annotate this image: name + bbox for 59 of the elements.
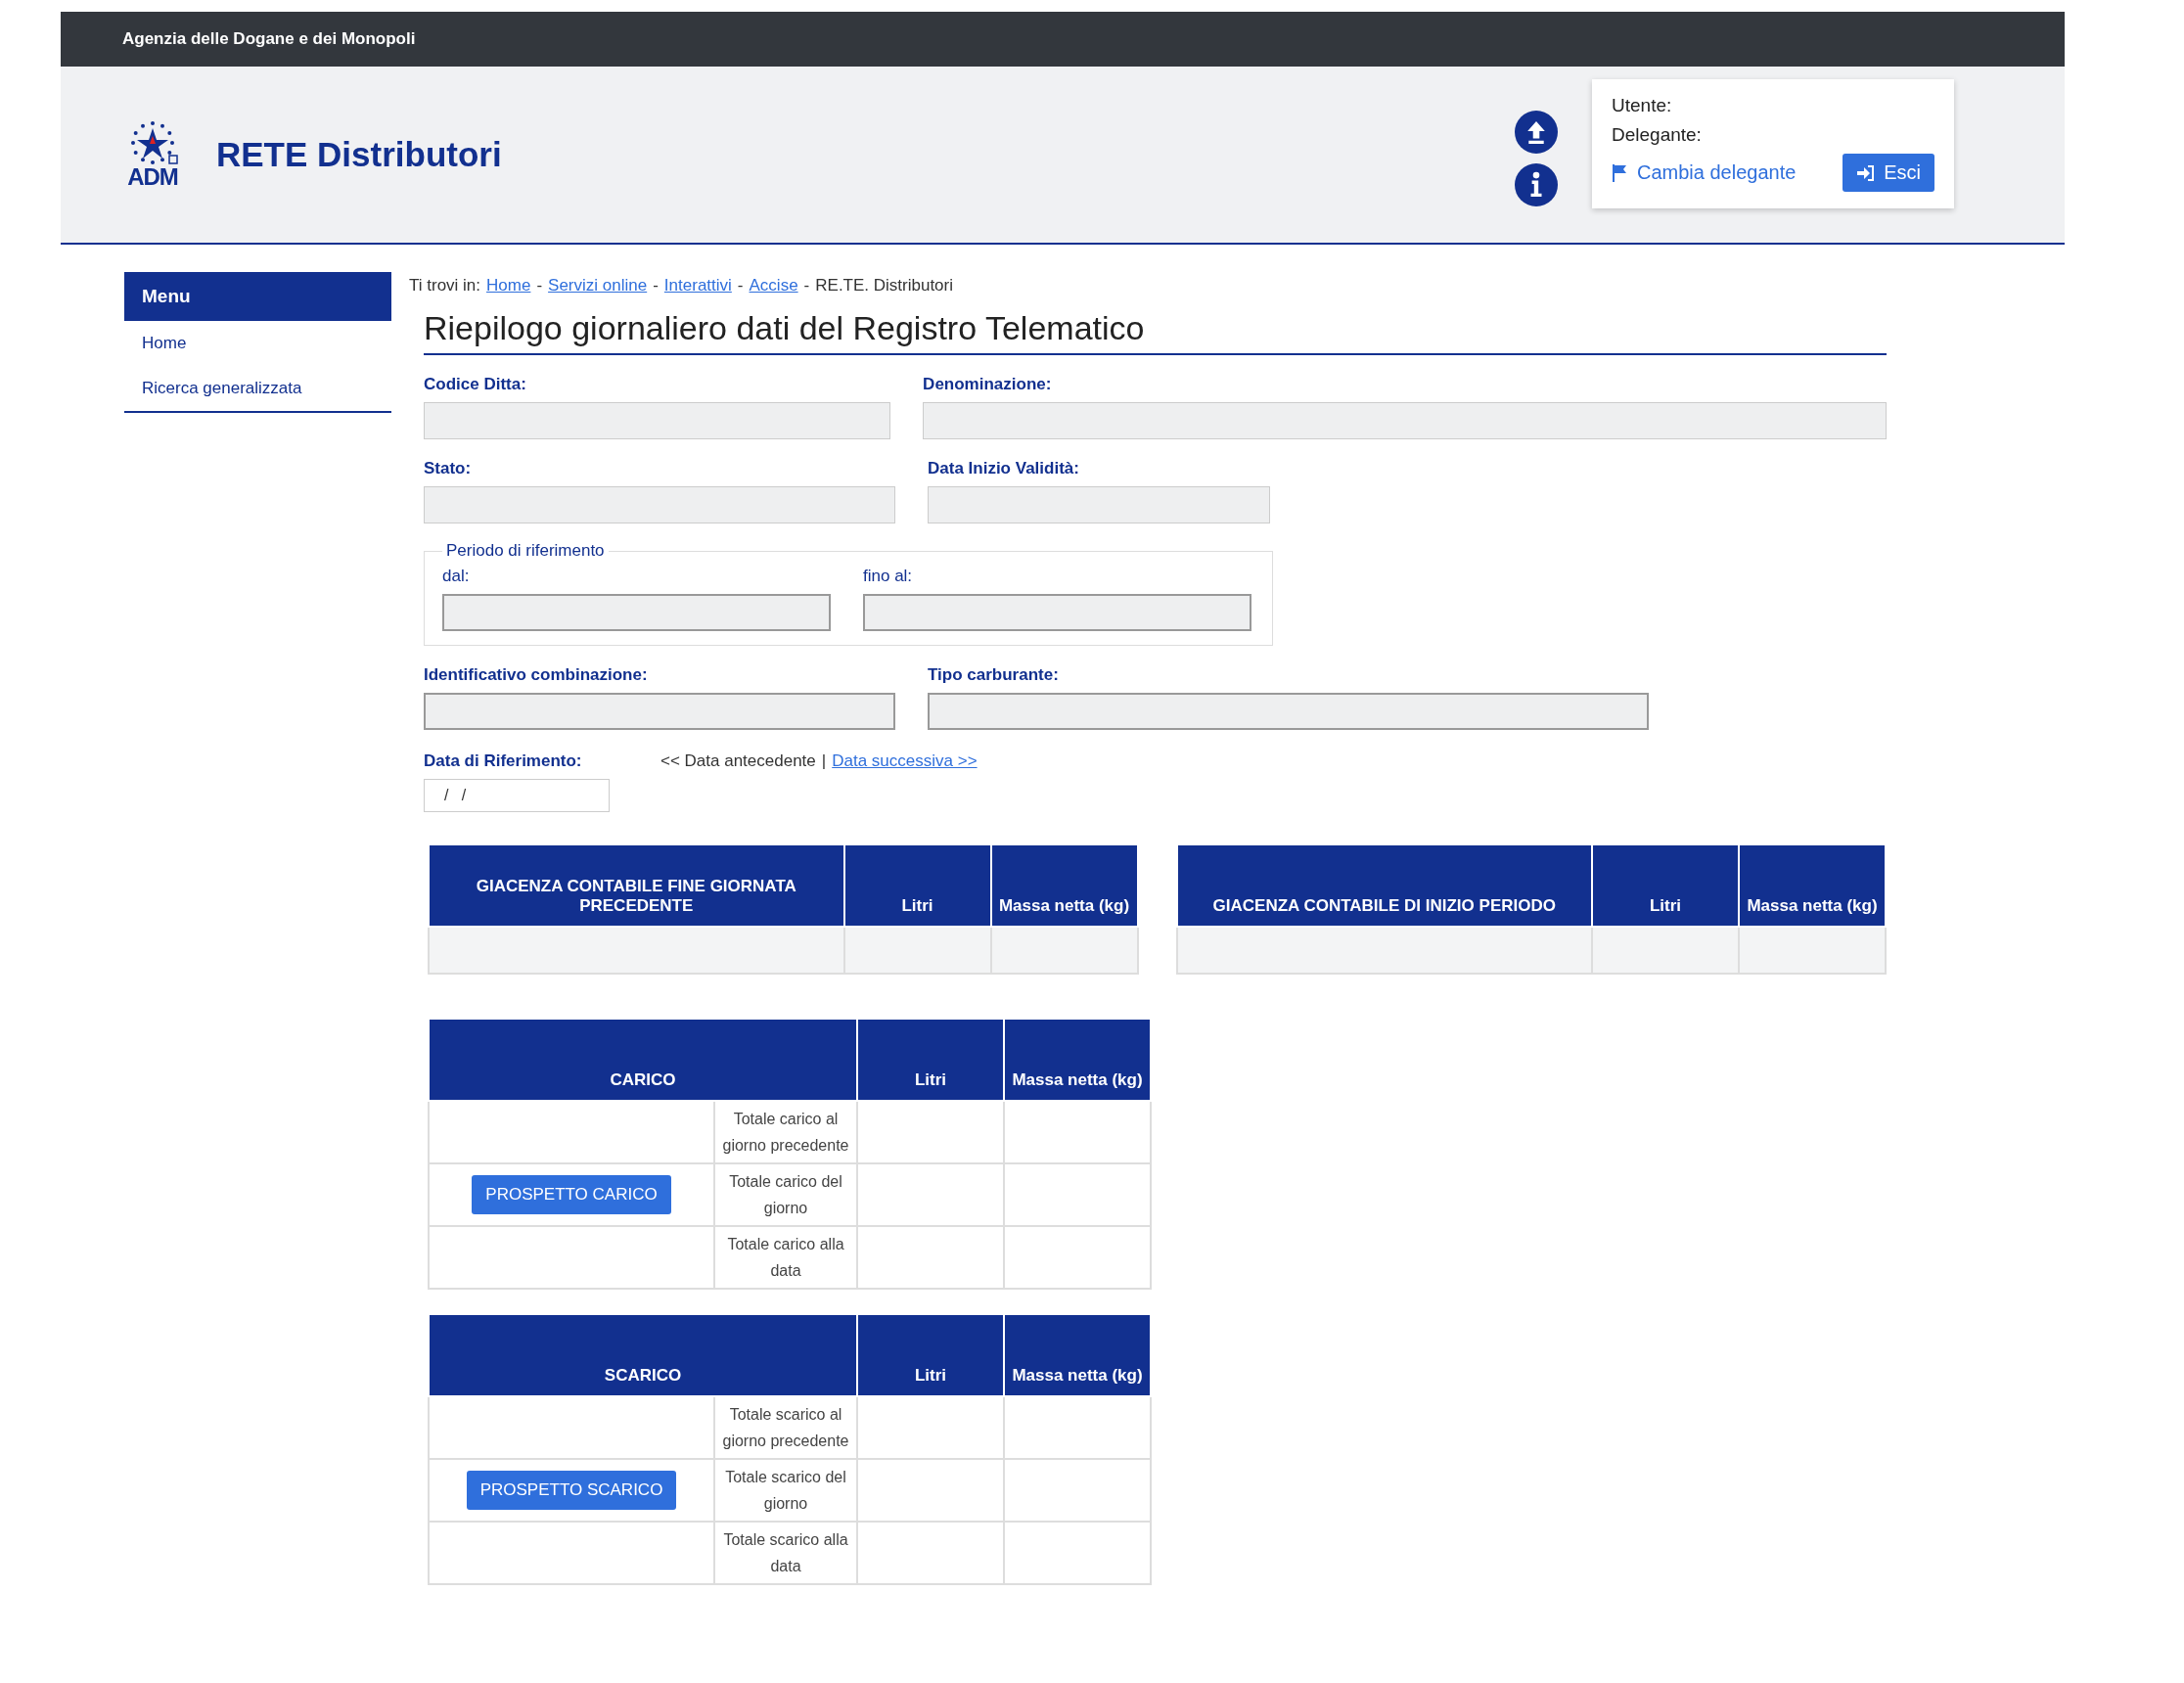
date-field[interactable]: / / bbox=[424, 779, 610, 812]
report-button[interactable]: PROSPETTO CARICO bbox=[472, 1175, 671, 1214]
column-header: Litri bbox=[857, 1019, 1004, 1101]
logout-button[interactable]: Esci bbox=[1843, 154, 1934, 192]
field-label: Stato: bbox=[424, 459, 473, 478]
row-label: Totale scarico al giorno precedente bbox=[714, 1396, 857, 1459]
field-label: Codice Ditta: bbox=[424, 375, 527, 394]
column-header: Litri bbox=[843, 844, 991, 927]
row-label: Totale scarico del giorno bbox=[714, 1459, 857, 1522]
page-title: Riepilogo giornaliero dati del Registro Telematico bbox=[424, 309, 1887, 355]
breadcrumb-link[interactable]: Interattivi bbox=[663, 276, 732, 296]
row-label: Totale carico al giorno precedente bbox=[714, 1101, 857, 1163]
breadcrumb-current: RE.TE. Distributori bbox=[815, 276, 953, 296]
agency-name: Agenzia delle Dogane e dei Monopoli bbox=[122, 29, 416, 49]
info-icon[interactable] bbox=[1515, 163, 1558, 206]
app-title: RETE Distributori bbox=[216, 135, 502, 174]
breadcrumb-separator: - bbox=[803, 276, 810, 296]
logo-text: ADM bbox=[127, 165, 178, 189]
change-delegate-link[interactable]: Cambia delegante bbox=[1612, 161, 1797, 184]
field-label: Denominazione: bbox=[923, 375, 1053, 394]
breadcrumb-separator: - bbox=[653, 276, 659, 296]
next-date-link[interactable]: Data successiva >> bbox=[832, 751, 978, 771]
column-header: Massa netta (kg) bbox=[1004, 1019, 1151, 1101]
row-label: Totale carico alla data bbox=[714, 1226, 857, 1289]
breadcrumb-separator: - bbox=[737, 276, 744, 296]
column-header: GIACENZA CONTABILE FINE GIORNATA PRECEDENTE bbox=[429, 844, 844, 927]
sign-in-icon bbox=[1856, 163, 1877, 182]
menu-item[interactable]: Home bbox=[124, 321, 391, 366]
column-header: Massa netta (kg) bbox=[990, 844, 1138, 927]
menu-heading: Menu bbox=[124, 272, 391, 321]
column-header: Litri bbox=[857, 1314, 1004, 1396]
period-legend: Periodo di riferimento bbox=[442, 541, 609, 561]
user-label: Utente: bbox=[1612, 94, 1673, 117]
delegate-label: Delegante: bbox=[1612, 123, 1703, 147]
column-header: SCARICO bbox=[429, 1314, 857, 1396]
flag-icon bbox=[1612, 163, 1627, 182]
field-label: Identificativo combinazione: bbox=[424, 665, 649, 685]
breadcrumb-link[interactable]: Accise bbox=[749, 276, 798, 296]
upload-icon[interactable] bbox=[1515, 111, 1558, 154]
report-button[interactable]: PROSPETTO SCARICO bbox=[466, 1471, 677, 1510]
row-label: Totale carico del giorno bbox=[714, 1163, 857, 1226]
row-label: Totale scarico alla data bbox=[714, 1522, 857, 1584]
field-label: dal: bbox=[442, 567, 471, 586]
field-label: Tipo carburante: bbox=[928, 665, 1060, 685]
breadcrumb-prefix: Ti trovi in: bbox=[409, 276, 481, 296]
column-header: Litri bbox=[1592, 844, 1739, 927]
field-label: Data Inizio Validità: bbox=[928, 459, 1080, 478]
column-header: GIACENZA CONTABILE DI INIZIO PERIODO bbox=[1176, 844, 1592, 927]
previous-date-text: << Data antecedente bbox=[660, 751, 816, 771]
menu-item[interactable]: Ricerca generalizzata bbox=[124, 366, 391, 411]
column-header: Massa netta (kg) bbox=[1004, 1314, 1151, 1396]
column-header: CARICO bbox=[429, 1019, 857, 1101]
breadcrumb-link[interactable]: Servizi online bbox=[548, 276, 648, 296]
column-header: Massa netta (kg) bbox=[1739, 844, 1886, 927]
field-label: Data di Riferimento: bbox=[424, 751, 583, 771]
field-label: fino al: bbox=[863, 567, 914, 586]
nav-divider: | bbox=[821, 751, 827, 771]
breadcrumb-link[interactable]: Home bbox=[486, 276, 531, 296]
breadcrumb-separator: - bbox=[536, 276, 543, 296]
